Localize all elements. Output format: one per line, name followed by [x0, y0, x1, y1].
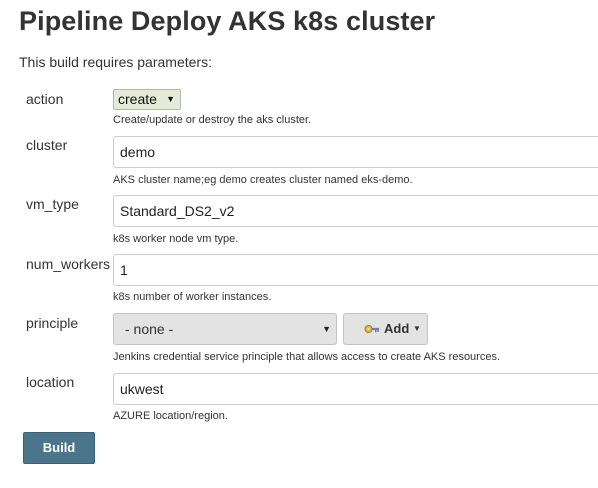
key-icon	[364, 325, 379, 333]
build-parameters-page: Pipeline Deploy AKS k8s cluster This bui…	[0, 0, 598, 488]
intro-text: This build requires parameters:	[19, 54, 212, 70]
action-select-value: create	[118, 91, 157, 107]
cluster-label: cluster	[26, 137, 68, 153]
location-description: AZURE location/region.	[113, 410, 228, 422]
build-button[interactable]: Build	[23, 432, 95, 464]
principle-description: Jenkins credential service principle tha…	[113, 351, 501, 363]
action-select[interactable]: create ▼	[113, 89, 181, 110]
principle-label: principle	[26, 315, 79, 331]
principle-select-value: - none -	[125, 321, 174, 337]
caret-down-icon: ▼	[413, 324, 421, 333]
num-workers-label: num_workers	[26, 256, 111, 272]
vm-type-description: k8s worker node vm type.	[113, 233, 239, 245]
num-workers-description: k8s number of worker instances.	[113, 291, 272, 303]
action-description: Create/update or destroy the aks cluster…	[113, 114, 312, 126]
cluster-description: AKS cluster name;eg demo creates cluster…	[113, 174, 413, 186]
vm-type-label: vm_type	[26, 196, 79, 212]
page-title: Pipeline Deploy AKS k8s cluster	[19, 6, 436, 36]
add-credential-button[interactable]: Add ▼	[343, 313, 428, 345]
location-input[interactable]: ukwest	[113, 373, 598, 405]
cluster-input[interactable]: demo	[113, 136, 598, 168]
vm-type-input[interactable]: Standard_DS2_v2	[113, 195, 598, 227]
add-credential-label: Add	[384, 321, 410, 336]
location-label: location	[26, 374, 75, 390]
num-workers-input[interactable]: 1	[113, 254, 598, 286]
chevron-down-icon: ▼	[322, 324, 331, 334]
chevron-down-icon: ▼	[166, 94, 175, 104]
principle-select[interactable]: - none - ▼	[113, 313, 337, 345]
action-label: action	[26, 91, 64, 107]
